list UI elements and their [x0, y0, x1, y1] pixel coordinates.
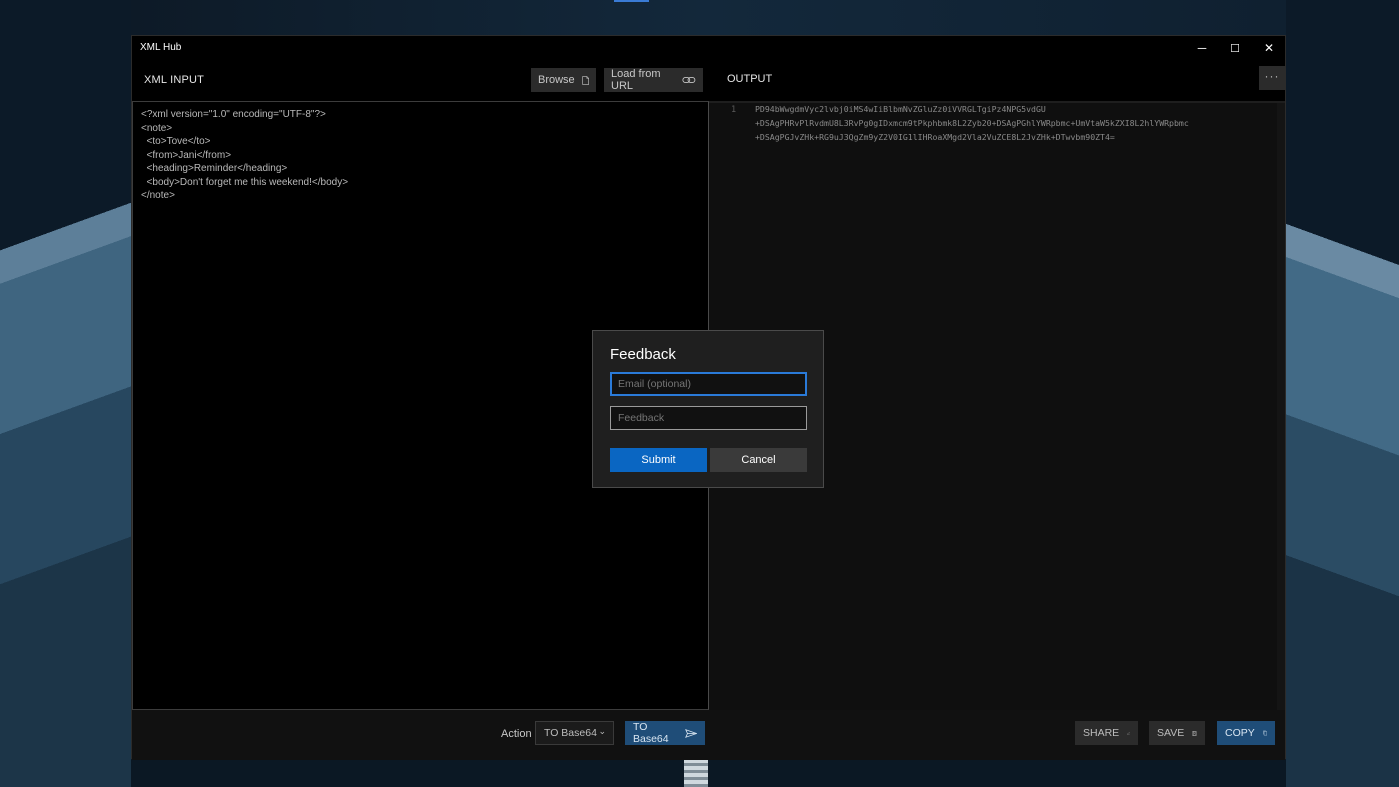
share-label: SHARE: [1083, 727, 1120, 739]
chevron-down-icon: ⌄: [598, 726, 606, 736]
wallpaper-bottom: [131, 759, 1286, 787]
road-marking: [684, 759, 708, 787]
feedback-field[interactable]: [610, 406, 807, 430]
window-title: XML Hub: [140, 42, 182, 53]
input-label: XML INPUT: [144, 74, 205, 86]
save-button[interactable]: SAVE: [1149, 721, 1205, 745]
action-select-value: TO Base64: [544, 727, 597, 739]
browse-button[interactable]: Browse: [531, 68, 596, 92]
wallpaper-left: [0, 0, 131, 787]
save-icon: [1192, 730, 1197, 736]
footer-toolbar: Action TO Base64 ⌄ TO Base64 SHARE SAVE …: [132, 710, 1285, 760]
output-label: OUTPUT: [727, 73, 773, 85]
maximize-button[interactable]: ☐: [1218, 36, 1252, 60]
input-header: XML INPUT Browse Load from URL: [132, 60, 709, 100]
submit-button[interactable]: Submit: [610, 448, 707, 472]
wallpaper-right: [1286, 0, 1399, 787]
share-icon: [1127, 731, 1130, 735]
email-field[interactable]: [610, 372, 807, 396]
share-button[interactable]: SHARE: [1075, 721, 1138, 745]
wallpaper-top: [131, 0, 1286, 35]
cancel-button[interactable]: Cancel: [710, 448, 807, 472]
output-header: OUTPUT ···: [709, 60, 1287, 100]
xml-input-text[interactable]: <?xml version="1.0" encoding="UTF-8"?> <…: [141, 108, 348, 203]
output-text[interactable]: PD94bWwgdmVyc2lvbj0iMS4wIiBlbmNvZGluZz0i…: [755, 102, 1189, 144]
feedback-dialog: Feedback Submit Cancel: [592, 330, 824, 488]
copy-icon: [1262, 730, 1267, 736]
load-url-label: Load from URL: [611, 68, 661, 92]
taskbar-indicator: [614, 0, 649, 2]
minimize-button[interactable]: ─: [1185, 36, 1219, 60]
copy-button[interactable]: COPY: [1217, 721, 1275, 745]
title-bar[interactable]: XML Hub ─ ☐ ✕: [132, 36, 1285, 60]
run-action-button[interactable]: TO Base64: [625, 721, 705, 745]
run-action-label: TO Base64: [633, 721, 669, 745]
send-icon: [684, 728, 697, 738]
save-label: SAVE: [1157, 727, 1185, 739]
link-icon: [682, 76, 696, 84]
load-url-button[interactable]: Load from URL: [604, 68, 703, 92]
action-label: Action: [501, 728, 532, 740]
output-scrollbar[interactable]: [1277, 103, 1285, 712]
line-number: 1: [731, 105, 737, 115]
file-icon: [581, 75, 589, 85]
action-select[interactable]: TO Base64 ⌄: [535, 721, 614, 745]
browse-label: Browse: [538, 74, 575, 86]
dialog-title: Feedback: [610, 346, 676, 363]
close-button[interactable]: ✕: [1252, 36, 1286, 60]
more-options-button[interactable]: ···: [1259, 66, 1285, 90]
copy-label: COPY: [1225, 727, 1255, 739]
